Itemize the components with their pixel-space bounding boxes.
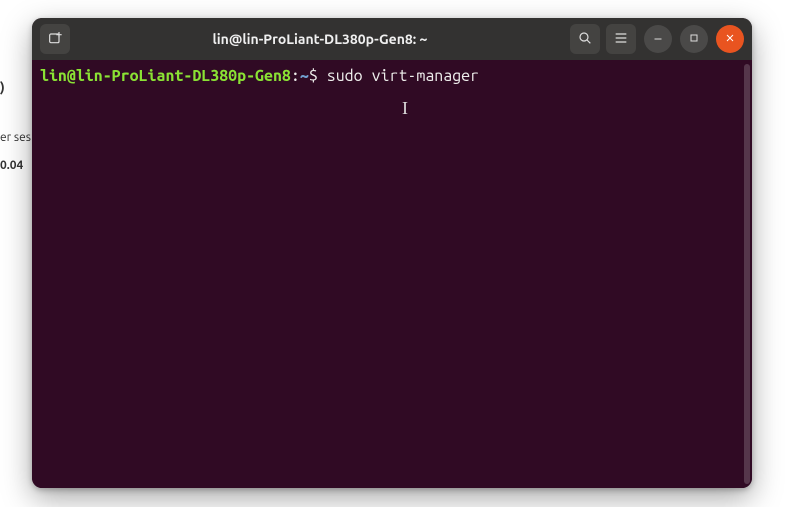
minimize-button[interactable] — [644, 25, 672, 53]
hamburger-icon — [613, 30, 629, 49]
background-text-fragment: 0.04 — [0, 158, 23, 175]
new-tab-button[interactable] — [40, 24, 70, 54]
maximize-button[interactable] — [680, 25, 708, 53]
window-title: lin@lin-ProLiant-DL380p-Gen8: ~ — [76, 31, 564, 47]
background-text-fragment: ) — [0, 78, 5, 98]
prompt-symbol: $ — [309, 67, 318, 85]
minimize-icon — [652, 31, 664, 47]
terminal-command-text: sudo virt-manager — [327, 67, 479, 85]
prompt-user-host: lin@lin-ProLiant-DL380p-Gen8 — [40, 67, 291, 85]
terminal-window: lin@lin-ProLiant-DL380p-Gen8: ~ — [32, 18, 752, 488]
scrollbar-track[interactable] — [744, 64, 750, 484]
terminal-command — [318, 67, 327, 85]
window-titlebar[interactable]: lin@lin-ProLiant-DL380p-Gen8: ~ — [32, 18, 752, 60]
terminal-body[interactable]: lin@lin-ProLiant-DL380p-Gen8:~$ sudo vir… — [32, 60, 752, 488]
prompt-path: ~ — [300, 67, 309, 85]
new-tab-icon — [47, 30, 63, 49]
menu-button[interactable] — [606, 24, 636, 54]
text-cursor-ibeam: I — [402, 96, 408, 120]
terminal-line: lin@lin-ProLiant-DL380p-Gen8:~$ sudo vir… — [40, 66, 744, 88]
close-button[interactable] — [716, 25, 744, 53]
close-icon — [724, 31, 736, 47]
maximize-icon — [688, 31, 700, 47]
background-text-fragment: er ses — [0, 130, 31, 147]
search-icon — [577, 30, 593, 49]
prompt-separator: : — [291, 67, 300, 85]
search-button[interactable] — [570, 24, 600, 54]
scrollbar-thumb[interactable] — [744, 64, 750, 484]
